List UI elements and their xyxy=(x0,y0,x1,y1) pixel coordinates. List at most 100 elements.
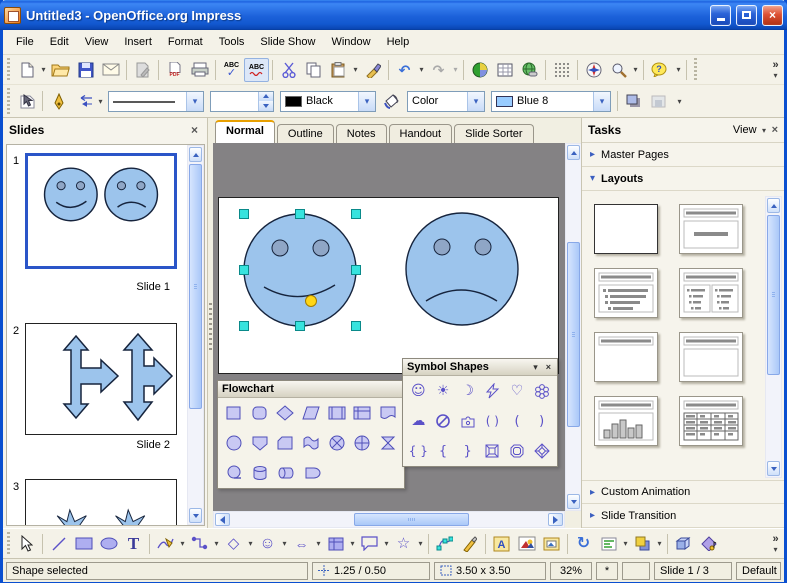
fill-color-select[interactable]: Blue 8 ▾ xyxy=(491,91,611,112)
fill-style-select[interactable]: Color ▾ xyxy=(407,91,485,112)
status-position[interactable]: 1.25 / 0.50 xyxy=(312,562,430,580)
symbol-octagon-bevel-shape[interactable] xyxy=(505,438,530,464)
tasks-view-caret[interactable]: ▾ xyxy=(760,126,769,135)
hyperlink-button[interactable] xyxy=(517,58,542,82)
menu-help[interactable]: Help xyxy=(379,33,418,51)
spellcheck-button[interactable]: ABC ✓ xyxy=(219,58,244,82)
flowchart-collate-shape[interactable] xyxy=(375,430,401,456)
print-button[interactable] xyxy=(187,58,212,82)
new-document-button[interactable] xyxy=(14,58,39,82)
flowchart-shapes-button[interactable] xyxy=(323,532,348,556)
rotate-button[interactable]: ↻ xyxy=(571,532,596,556)
flowchart-data-shape[interactable] xyxy=(298,400,324,426)
flowchart-toolbar-title[interactable]: Flowchart xyxy=(218,381,404,398)
undo-dropdown-caret[interactable]: ▾ xyxy=(417,65,426,74)
canvas-vscrollbar-thumb[interactable] xyxy=(567,242,580,427)
navigator-button[interactable] xyxy=(581,58,606,82)
menu-insert[interactable]: Insert xyxy=(116,33,160,51)
canvas-horizontal-scrollbar[interactable] xyxy=(213,511,565,528)
symbol-puzzle-shape[interactable] xyxy=(455,408,480,434)
flowchart-direct-access-storage-shape[interactable] xyxy=(273,460,299,486)
arrow-style-caret[interactable]: ▾ xyxy=(96,97,105,106)
menu-view[interactable]: View xyxy=(77,33,117,51)
slide-canvas[interactable] xyxy=(218,197,559,374)
gallery-button[interactable] xyxy=(539,532,564,556)
zoom-dropdown-caret[interactable]: ▾ xyxy=(631,65,640,74)
toolbar-grip[interactable] xyxy=(5,88,12,114)
ellipse-tool-button[interactable] xyxy=(96,532,121,556)
status-zoom[interactable]: 32% xyxy=(550,562,592,580)
line-style-caret[interactable]: ▾ xyxy=(186,92,203,111)
shadow-button[interactable] xyxy=(621,89,646,113)
curve-tool-button[interactable] xyxy=(153,532,178,556)
flowchart-multidocument-shape[interactable] xyxy=(298,430,324,456)
flowchart-predefined-process-shape[interactable] xyxy=(324,400,350,426)
symbol-shapes-caret[interactable]: ▾ xyxy=(280,539,289,548)
tab-normal[interactable]: Normal xyxy=(215,120,275,143)
layouts-scrollbar-thumb[interactable] xyxy=(767,215,780,375)
table-button[interactable] xyxy=(492,58,517,82)
line-style-select[interactable]: ▾ xyxy=(108,91,204,112)
slides-scrollbar-thumb[interactable] xyxy=(189,164,202,409)
section-master-pages[interactable]: ▸ Master Pages xyxy=(582,143,784,167)
canvas-scroll-down-button[interactable] xyxy=(567,494,580,509)
block-arrows-caret[interactable]: ▾ xyxy=(314,539,323,548)
cut-button[interactable] xyxy=(276,58,301,82)
symbol-diamond-bevel-shape[interactable] xyxy=(529,438,554,464)
symbol-smiley-shape[interactable]: ☺ xyxy=(406,378,431,404)
toolbar-grip[interactable] xyxy=(5,532,12,555)
fontwork-button[interactable]: A xyxy=(489,532,514,556)
connector-caret[interactable]: ▾ xyxy=(212,539,221,548)
connector-tool-button[interactable] xyxy=(187,532,212,556)
flowchart-summing-junction-shape[interactable] xyxy=(350,430,376,456)
glue-points-button[interactable] xyxy=(457,532,482,556)
toolbar-options-caret[interactable]: ▾ xyxy=(675,97,684,106)
toolbar-grip[interactable] xyxy=(692,58,699,81)
layout-title-two-content[interactable] xyxy=(679,268,743,318)
symbol-shapes-close-icon[interactable]: × xyxy=(544,362,553,372)
symbol-right-brace-shape[interactable]: } xyxy=(455,438,480,464)
autospellcheck-button[interactable]: ABC xyxy=(244,58,269,82)
line-width-up-button[interactable] xyxy=(259,92,273,102)
canvas-scroll-up-button[interactable] xyxy=(567,145,580,160)
symbol-double-bracket-shape[interactable]: ( ) xyxy=(480,408,505,434)
tab-handout[interactable]: Handout xyxy=(389,124,453,144)
display-grid-button[interactable] xyxy=(549,58,574,82)
symbol-moon-shape[interactable]: ☽ xyxy=(455,378,480,404)
symbol-left-bracket-shape[interactable]: ( xyxy=(505,408,530,434)
flowchart-offpage-connector-shape[interactable] xyxy=(247,430,273,456)
line-color-caret[interactable]: ▾ xyxy=(358,92,375,111)
copy-button[interactable] xyxy=(301,58,326,82)
menu-format[interactable]: Format xyxy=(160,33,211,51)
symbol-lightning-shape[interactable] xyxy=(480,378,505,404)
flowchart-shapes-caret[interactable]: ▾ xyxy=(348,539,357,548)
callouts-caret[interactable]: ▾ xyxy=(382,539,391,548)
menu-slide-show[interactable]: Slide Show xyxy=(252,33,323,51)
extrusion-button[interactable] xyxy=(671,532,696,556)
alignment-button[interactable] xyxy=(596,532,621,556)
arrange-button[interactable] xyxy=(630,532,655,556)
section-custom-animation[interactable]: ▸ Custom Animation xyxy=(582,480,784,504)
status-page-style[interactable]: Default xyxy=(736,562,781,580)
layout-title-table[interactable] xyxy=(679,396,743,446)
symbol-shapes-button[interactable]: ☺ xyxy=(255,532,280,556)
flowchart-connector-shape[interactable] xyxy=(221,430,247,456)
basic-shapes-button[interactable]: ◇ xyxy=(221,532,246,556)
section-slide-transition[interactable]: ▸ Slide Transition xyxy=(582,504,784,528)
crop-button[interactable] xyxy=(646,89,671,113)
symbol-cloud-shape[interactable]: ☁ xyxy=(406,408,431,434)
layout-title-chart[interactable] xyxy=(594,396,658,446)
tab-notes[interactable]: Notes xyxy=(336,124,387,144)
slide-1-thumbnail[interactable] xyxy=(25,153,177,269)
symbol-right-bracket-shape[interactable]: ) xyxy=(529,408,554,434)
flowchart-internal-storage-shape[interactable] xyxy=(350,400,376,426)
fill-button[interactable] xyxy=(379,89,404,113)
maximize-button[interactable] xyxy=(736,5,757,26)
flowchart-alternate-process-shape[interactable] xyxy=(247,400,273,426)
edit-points-button[interactable] xyxy=(432,532,457,556)
layout-title-only[interactable] xyxy=(594,332,658,382)
arrange-caret[interactable]: ▾ xyxy=(655,539,664,548)
basic-shapes-caret[interactable]: ▾ xyxy=(246,539,255,548)
save-button[interactable] xyxy=(73,58,98,82)
flowchart-sequential-access-shape[interactable] xyxy=(221,460,247,486)
